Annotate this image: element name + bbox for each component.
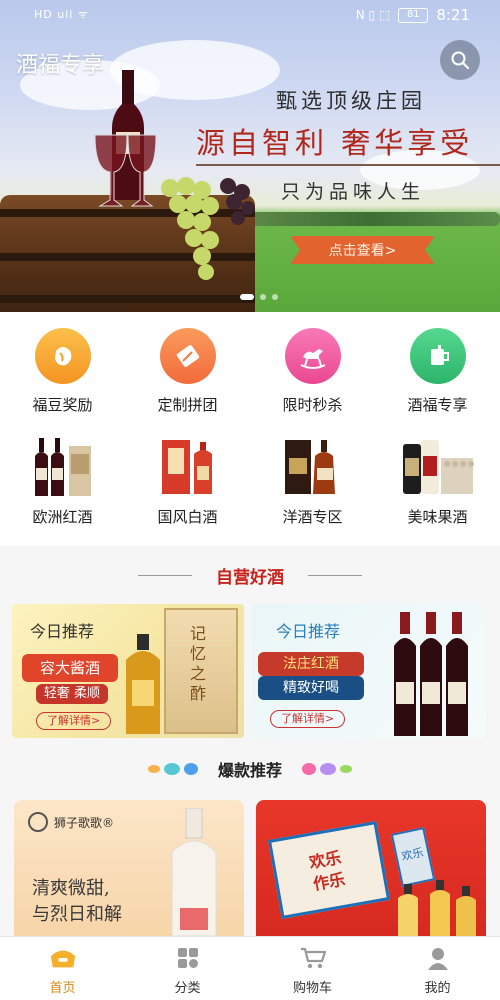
- category-european-wine[interactable]: 欧洲红酒: [0, 436, 125, 527]
- decor-blobs-right: [302, 763, 352, 775]
- voucher-icon: [159, 328, 216, 384]
- promo-more-link[interactable]: 了解详情>: [36, 712, 112, 730]
- gift-can-image: 欢乐: [390, 827, 436, 887]
- category-baijiu[interactable]: 国风白酒: [125, 436, 250, 527]
- bottom-tab-bar: 首页 分类 购物车 我的: [0, 936, 500, 1000]
- tab-label: 购物车: [292, 981, 332, 996]
- shortcut-label: 定制拼团: [157, 396, 218, 414]
- banner-headline-top: 甄选顶级庄园: [276, 89, 426, 113]
- shortcut-group-buy[interactable]: 定制拼团: [125, 328, 250, 415]
- hot-card-shizi-gege[interactable]: 狮子歌歌® 清爽微甜, 与烈日和解: [14, 800, 244, 936]
- category-label: 国风白酒: [157, 508, 218, 526]
- card-slogan-line1: 清爽微甜,: [32, 878, 110, 899]
- promo-tag: 今日推荐: [276, 622, 341, 641]
- bean-icon: [34, 328, 91, 384]
- banner-cta-button[interactable]: 点击查看>: [290, 236, 435, 264]
- tab-category[interactable]: 分类: [125, 937, 250, 1000]
- baijiu-bottle-image: [126, 634, 160, 734]
- search-button[interactable]: [440, 40, 480, 80]
- category-label: 欧洲红酒: [32, 508, 93, 526]
- gift-box-image: 欢乐作乐: [267, 821, 391, 919]
- shortcut-flash-sale[interactable]: 限时秒杀: [250, 328, 375, 415]
- tab-home[interactable]: 首页: [0, 937, 125, 1000]
- hot-card-gift-set[interactable]: 欢乐作乐 欢乐: [256, 800, 486, 936]
- divider-line: [308, 574, 362, 576]
- promo-card-red-wine[interactable]: 今日推荐 法庄红酒 精致好喝 了解详情>: [252, 604, 486, 738]
- section-title: 自营好酒: [216, 567, 284, 588]
- banner-pagination[interactable]: [240, 294, 278, 300]
- category-label: 洋酒专区: [282, 508, 343, 526]
- banner-headline-main: 源自智利 奢华享受: [196, 126, 474, 160]
- pagination-dot-3[interactable]: [272, 294, 278, 300]
- small-bottles-image: [398, 880, 476, 936]
- banner-divider: [196, 164, 500, 166]
- lion-icon: [28, 812, 48, 832]
- tab-label: 我的: [424, 981, 451, 996]
- category-fruit-wine[interactable]: 美味果酒: [375, 436, 500, 527]
- tab-profile[interactable]: 我的: [375, 937, 500, 1000]
- hot-picks-header: 爆款推荐: [0, 752, 500, 786]
- status-bar: HD ull ᯤ N ▯ ⬚ 81 8:21: [0, 0, 500, 30]
- red-wine-trio-image: [394, 612, 468, 736]
- search-icon: [451, 51, 470, 70]
- grapes-image: [161, 177, 255, 280]
- battery-indicator: 81: [398, 7, 429, 23]
- red-wine-bottles-image: [23, 436, 103, 496]
- home-icon: [49, 945, 77, 971]
- profile-icon: [424, 945, 452, 971]
- app-title: 酒福专享: [16, 53, 105, 78]
- shortcut-fudou-reward[interactable]: 福豆奖励: [0, 328, 125, 415]
- brandy-bottles-image: [273, 436, 353, 496]
- can-label: 欢乐: [400, 845, 425, 864]
- pagination-dot-1[interactable]: [240, 294, 254, 300]
- promo-title-pill: 法庄红酒: [258, 652, 364, 676]
- pagination-dot-2[interactable]: [260, 294, 266, 300]
- gift-box-image: 记忆之酢: [164, 608, 238, 734]
- gift-box-label: 记忆之酢: [190, 624, 207, 703]
- section-title: 爆款推荐: [217, 761, 282, 780]
- cup-icon: [409, 328, 466, 384]
- brand-logo: 狮子歌歌®: [28, 812, 114, 832]
- brand-name: 狮子歌歌®: [54, 815, 115, 830]
- gift-box-label: 欢乐作乐: [307, 847, 347, 894]
- shortcut-label: 福豆奖励: [32, 396, 93, 414]
- shortcut-grid: 福豆奖励 定制拼团 限时秒杀 酒福专享 欧洲红酒 国风白酒 洋酒专区 美味果酒: [0, 312, 500, 546]
- promo-more-link[interactable]: 了解详情>: [270, 710, 346, 728]
- category-label: 美味果酒: [407, 508, 468, 526]
- rocking-horse-icon: [284, 328, 341, 384]
- cart-icon: [299, 945, 327, 971]
- hero-banner[interactable]: HD ull ᯤ N ▯ ⬚ 81 8:21 酒福专享 甄选顶级庄园 源自智利 …: [0, 0, 500, 312]
- divider-line: [138, 574, 192, 576]
- shortcut-label: 酒福专享: [407, 396, 468, 414]
- baijiu-box-image: [148, 436, 228, 496]
- category-icon: [174, 945, 202, 971]
- promo-title-pill: 容大酱酒: [22, 654, 118, 682]
- category-imported-spirits[interactable]: 洋酒专区: [250, 436, 375, 527]
- promo-subtitle-pill: 精致好喝: [258, 676, 364, 700]
- carrier-signal: HD ull ᯤ: [34, 8, 89, 21]
- self-operated-header: 自营好酒: [0, 552, 500, 598]
- banner-headline-sub: 只为品味人生: [281, 181, 426, 203]
- tab-label: 分类: [174, 981, 201, 996]
- promo-subtitle-pill: 轻奢 柔顺: [36, 684, 108, 704]
- shortcut-exclusive[interactable]: 酒福专享: [375, 328, 500, 415]
- spirit-bottle-image: [171, 808, 217, 936]
- promo-tag: 今日推荐: [30, 622, 95, 641]
- promo-card-baijiu[interactable]: 今日推荐 容大酱酒 轻奢 柔顺 了解详情> 记忆之酢: [12, 604, 244, 738]
- tab-label: 首页: [49, 981, 76, 996]
- tab-cart[interactable]: 购物车: [250, 937, 375, 1000]
- app-screen: HD ull ᯤ N ▯ ⬚ 81 8:21 酒福专享 甄选顶级庄园 源自智利 …: [0, 0, 500, 1000]
- card-slogan-line2: 与烈日和解: [32, 904, 122, 925]
- status-icons: N ▯ ⬚: [355, 8, 391, 22]
- clock: 8:21: [436, 6, 470, 24]
- decor-blobs-left: [147, 763, 198, 775]
- shortcut-label: 限时秒杀: [282, 396, 343, 414]
- beer-cans-image: [398, 436, 478, 496]
